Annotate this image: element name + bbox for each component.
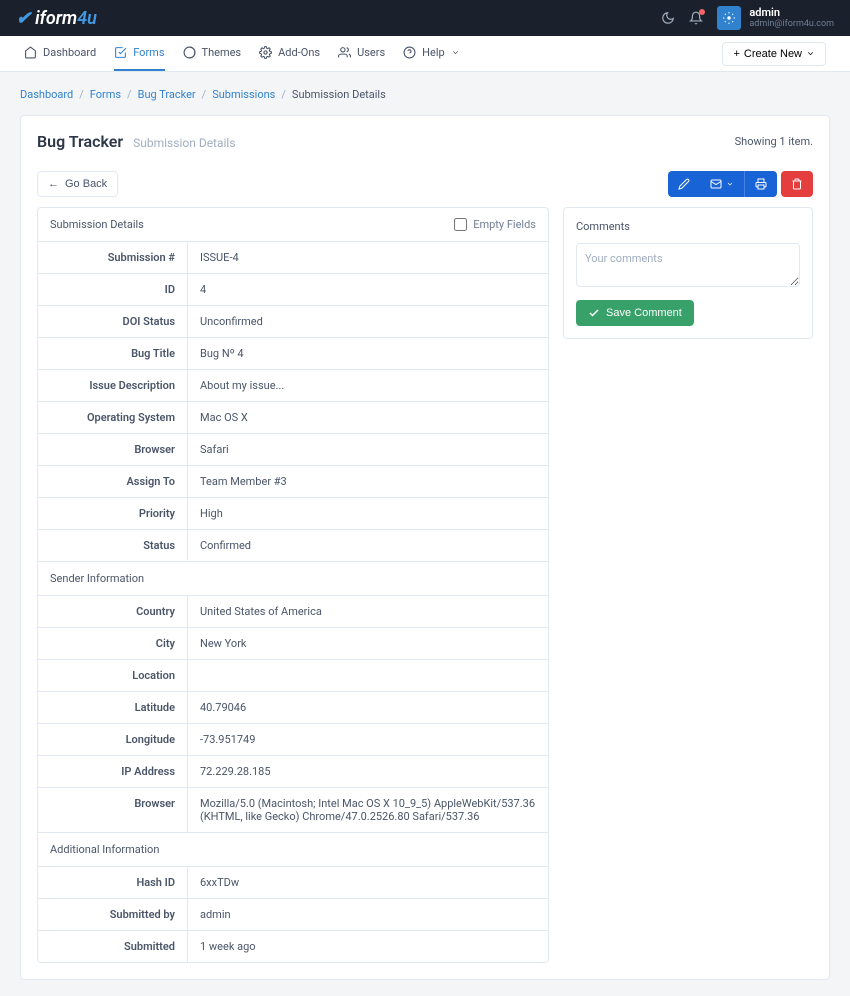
comments-column: Comments Save Comment (563, 207, 813, 963)
chevron-down-icon (726, 180, 734, 188)
details-panel-head: Submission Details Empty Fields (38, 208, 548, 242)
comments-title: Comments (576, 220, 800, 233)
row-operating-system: Operating System Mac OS X (38, 402, 548, 434)
mail-icon (710, 178, 722, 190)
nav-dashboard-label: Dashboard (43, 46, 96, 59)
row-country: Country United States of America (38, 596, 548, 628)
row-priority: Priority High (38, 498, 548, 530)
user-name: admin (749, 6, 834, 19)
delete-button[interactable] (781, 171, 813, 197)
user-menu[interactable]: admin admin@iform4u.com (717, 6, 834, 30)
row-assign-to: Assign To Team Member #3 (38, 466, 548, 498)
email-button[interactable] (700, 171, 744, 197)
nav-forms[interactable]: Forms (114, 36, 164, 71)
arrow-left-icon: ← (48, 178, 59, 190)
save-comment-label: Save Comment (606, 307, 682, 319)
create-new-label: Create New (744, 48, 802, 60)
nav-forms-label: Forms (133, 46, 164, 59)
nav-help[interactable]: Help (403, 36, 460, 71)
logo-text: iform4u (35, 8, 97, 29)
columns: Submission Details Empty Fields Submissi… (37, 207, 813, 963)
breadcrumb-submissions[interactable]: Submissions (212, 88, 275, 101)
go-back-label: Go Back (65, 178, 107, 190)
empty-fields-toggle[interactable]: Empty Fields (454, 218, 536, 231)
row-issue-description: Issue Description About my issue... (38, 370, 548, 402)
action-buttons (668, 171, 813, 197)
logo-check-icon: ✔ (16, 8, 31, 29)
nav-users[interactable]: Users (338, 36, 385, 71)
logo[interactable]: ✔ iform4u (16, 8, 97, 29)
row-status: Status Confirmed (38, 530, 548, 562)
nav-dashboard[interactable]: Dashboard (24, 36, 96, 71)
row-bug-title: Bug Title Bug Nº 4 (38, 338, 548, 370)
row-hash-id: Hash ID 6xxTDw (38, 867, 548, 899)
details-panel-title: Submission Details (50, 218, 144, 231)
nav-themes[interactable]: Themes (183, 36, 242, 71)
details-column: Submission Details Empty Fields Submissi… (37, 207, 549, 963)
breadcrumb-bug-tracker[interactable]: Bug Tracker (138, 88, 196, 101)
notifications-icon[interactable] (689, 11, 703, 25)
print-button[interactable] (744, 171, 777, 197)
plus-icon: + (733, 48, 739, 60)
main: Dashboard / Forms / Bug Tracker / Submis… (0, 72, 850, 996)
chevron-down-icon (806, 49, 815, 58)
nav-users-label: Users (357, 46, 385, 59)
row-submitted: Submitted 1 week ago (38, 931, 548, 962)
breadcrumb-current: Submission Details (292, 88, 386, 101)
notification-dot (699, 9, 705, 15)
page-head: Bug Tracker Submission Details Showing 1… (37, 132, 813, 151)
row-longitude: Longitude -73.951749 (38, 724, 548, 756)
row-submitted-by: Submitted by admin (38, 899, 548, 931)
details-panel: Submission Details Empty Fields Submissi… (37, 207, 549, 963)
content-card: Bug Tracker Submission Details Showing 1… (20, 115, 830, 980)
row-id: ID 4 (38, 274, 548, 306)
breadcrumb-dashboard[interactable]: Dashboard (20, 88, 73, 101)
row-city: City New York (38, 628, 548, 660)
trash-icon (791, 178, 803, 190)
nav-addons[interactable]: Add-Ons (259, 36, 320, 71)
nav-items: Dashboard Forms Themes Add-Ons Users Hel… (24, 36, 460, 71)
go-back-button[interactable]: ← Go Back (37, 171, 118, 197)
user-email: admin@iform4u.com (749, 19, 834, 30)
row-latitude: Latitude 40.79046 (38, 692, 548, 724)
edit-button[interactable] (668, 171, 700, 197)
page-title: Bug Tracker Submission Details (37, 132, 236, 151)
comments-panel: Comments Save Comment (563, 207, 813, 339)
save-comment-button[interactable]: Save Comment (576, 300, 694, 326)
printer-icon (755, 178, 767, 190)
sender-section-head: Sender Information (38, 562, 548, 596)
nav-themes-label: Themes (202, 46, 242, 59)
breadcrumb: Dashboard / Forms / Bug Tracker / Submis… (20, 88, 830, 101)
chevron-down-icon (451, 48, 460, 57)
check-icon (588, 307, 600, 319)
user-info: admin admin@iform4u.com (749, 6, 834, 30)
topbar-right: admin admin@iform4u.com (661, 6, 834, 30)
toolbar: ← Go Back (37, 171, 813, 197)
page-title-text: Bug Tracker (37, 132, 123, 151)
empty-fields-checkbox[interactable] (454, 218, 467, 231)
additional-section-head: Additional Information (38, 833, 548, 867)
primary-action-group (668, 171, 777, 197)
row-browser: Browser Safari (38, 434, 548, 466)
row-submission-num: Submission # ISSUE-4 (38, 242, 548, 274)
pencil-icon (678, 178, 690, 190)
nav-help-label: Help (422, 46, 445, 59)
row-ip: IP Address 72.229.28.185 (38, 756, 548, 788)
dark-mode-icon[interactable] (661, 11, 675, 25)
page-subtitle: Submission Details (133, 136, 235, 150)
avatar (717, 6, 741, 30)
nav-addons-label: Add-Ons (278, 46, 320, 59)
row-browser-agent: Browser Mozilla/5.0 (Macintosh; Intel Ma… (38, 788, 548, 833)
row-location: Location (38, 660, 548, 692)
empty-fields-label: Empty Fields (473, 218, 536, 231)
comment-input[interactable] (576, 243, 800, 287)
create-new-button[interactable]: + Create New (722, 42, 826, 66)
navbar: Dashboard Forms Themes Add-Ons Users Hel… (0, 36, 850, 72)
showing-count: Showing 1 item. (735, 135, 813, 148)
breadcrumb-forms[interactable]: Forms (90, 88, 121, 101)
row-doi-status: DOI Status Unconfirmed (38, 306, 548, 338)
topbar: ✔ iform4u admin admin@iform4u.com (0, 0, 850, 36)
